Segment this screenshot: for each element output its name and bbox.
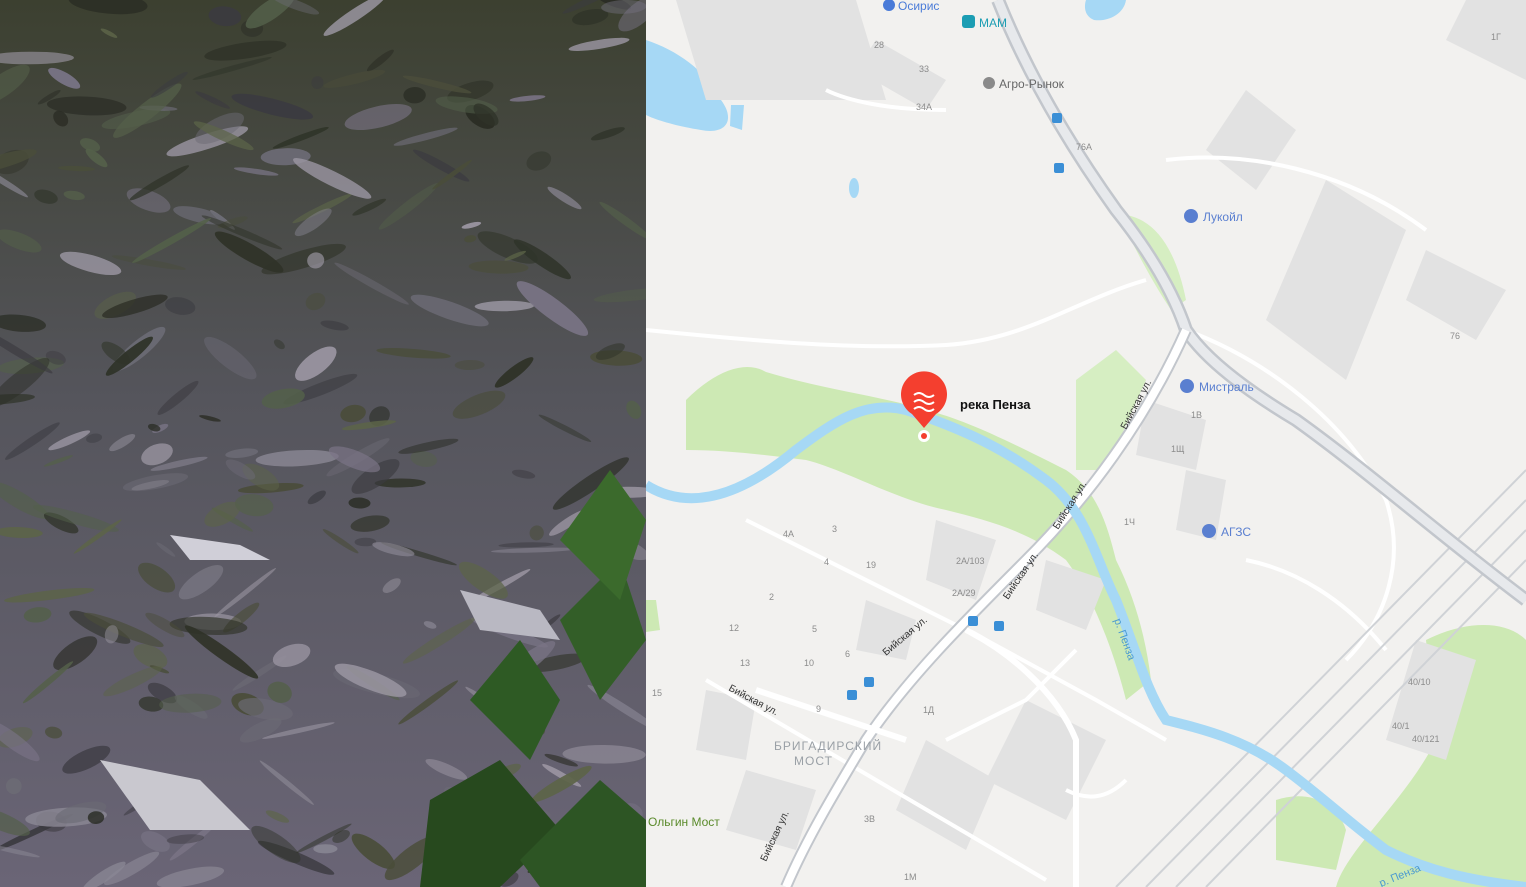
poi-label: Агро-Рынок [999, 77, 1065, 91]
house-number: 15 [652, 688, 662, 698]
house-number: 13 [740, 658, 750, 668]
pin-label: река Пенза [960, 397, 1031, 412]
house-number: 33 [919, 64, 929, 74]
house-number: 1Ч [1124, 517, 1135, 527]
poi-label: Мистраль [1199, 380, 1254, 394]
house-number: 3В [864, 814, 875, 824]
house-number: 2А/103 [956, 556, 985, 566]
pin-icon [983, 77, 995, 89]
poi-label: МАМ [979, 16, 1007, 30]
house-number: 34А [916, 102, 932, 112]
poi-agzs[interactable]: АГЗС [1202, 524, 1251, 539]
shop-icon [962, 15, 975, 28]
house-number: 4 [824, 557, 829, 567]
house-number: 2 [769, 592, 774, 602]
house-number: 3 [832, 524, 837, 534]
house-number: 12 [729, 623, 739, 633]
poi-label: Осирис [898, 0, 939, 13]
locality-label: Ольгин Мост [648, 815, 720, 829]
house-number: 1Д [923, 705, 934, 715]
house-number: 4А [783, 529, 794, 539]
house-number: 40/1 [1392, 721, 1410, 731]
house-number: 9 [816, 704, 821, 714]
district-label: МОСТ [794, 754, 833, 768]
poi-lukoil[interactable]: Лукойл [1184, 209, 1243, 224]
house-number: 1Щ [1171, 444, 1185, 454]
house-number: 5 [812, 624, 817, 634]
poi-label: АГЗС [1221, 525, 1251, 539]
house-number: 40/121 [1412, 734, 1440, 744]
poi-mam[interactable]: МАМ [962, 15, 1007, 30]
house-number: 76А [1076, 142, 1092, 152]
house-number: 76 [1450, 331, 1460, 341]
poi-label: Лукойл [1203, 210, 1243, 224]
gas-icon [1202, 524, 1216, 538]
house-number: 6 [845, 649, 850, 659]
house-number: 40/10 [1408, 677, 1431, 687]
house-number: 10 [804, 658, 814, 668]
fuel-icon [1180, 379, 1194, 393]
house-number: 28 [874, 40, 884, 50]
house-number: 1Г [1491, 32, 1501, 42]
ground-photo [0, 0, 646, 887]
map-view[interactable]: 28 33 34А 76А 1Г 76 1В 1Щ 1Ч 4А 3 4 19 2А/103 2А/29 2 12… [646, 0, 1526, 887]
house-number: 1В [1191, 410, 1202, 420]
house-number: 2А/29 [952, 588, 976, 598]
house-number: 1М [904, 872, 917, 882]
fuel-icon [1184, 209, 1198, 223]
district-label: БРИГАДИРСКИЙ [774, 738, 882, 753]
house-number: 19 [866, 560, 876, 570]
